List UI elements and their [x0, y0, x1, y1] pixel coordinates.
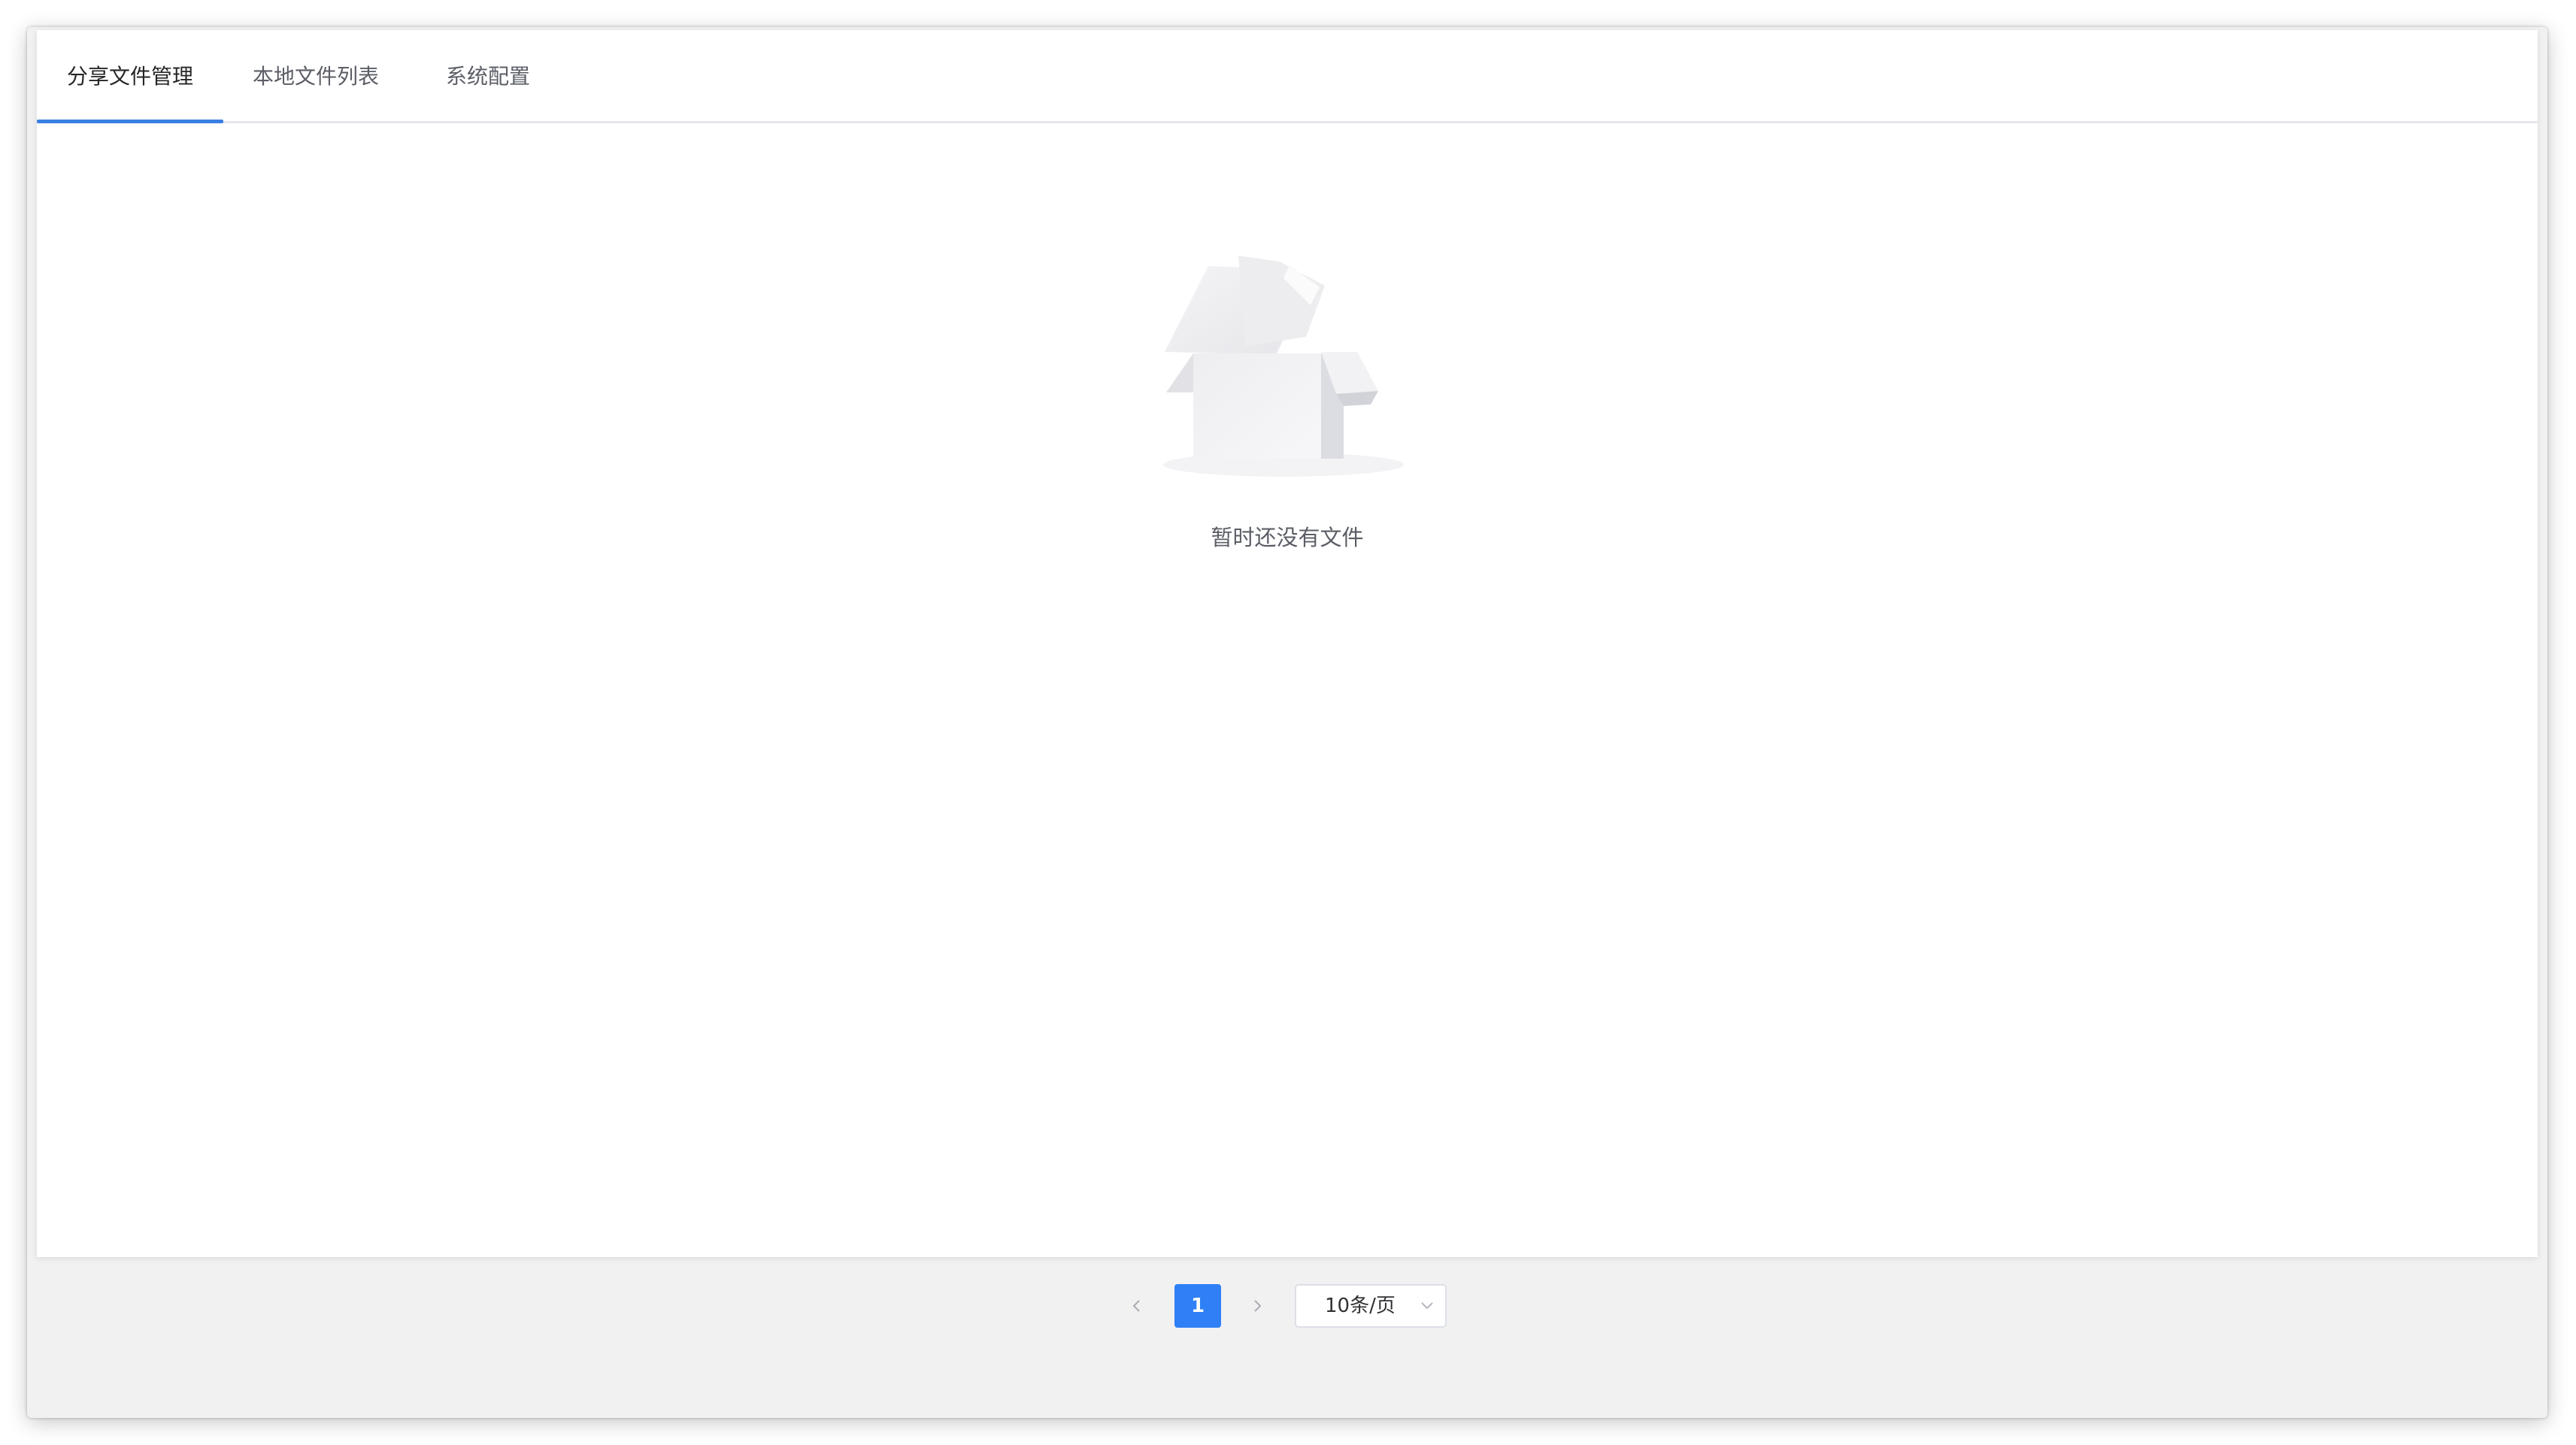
chevron-left-icon [1132, 1300, 1140, 1312]
chevron-down-icon [1421, 1302, 1433, 1310]
active-tab-indicator [37, 120, 223, 123]
empty-message: 暂时还没有文件 [1211, 525, 1364, 550]
file-management-card: 分享文件管理 本地文件列表 系统配置 暂时还没有文件 [37, 30, 2538, 1257]
empty-box-icon [1163, 256, 1404, 477]
tab-local-files[interactable]: 本地文件列表 [223, 30, 408, 123]
next-page-button[interactable] [1235, 1284, 1280, 1328]
page-size-label: 10条/页 [1325, 1295, 1396, 1317]
page-size-select[interactable]: 10条/页 [1295, 1284, 1447, 1328]
pagination: 1 10条/页 [27, 1284, 2547, 1329]
tab-shared-files[interactable]: 分享文件管理 [37, 30, 223, 123]
prev-page-button[interactable] [1114, 1284, 1159, 1328]
chevron-right-icon [1254, 1300, 1262, 1312]
tab-bar: 分享文件管理 本地文件列表 系统配置 [37, 30, 2538, 123]
page-number-current[interactable]: 1 [1174, 1284, 1221, 1328]
app-window: 分享文件管理 本地文件列表 系统配置 暂时还没有文件 1 10条/页 [27, 27, 2547, 1418]
tab-system-config[interactable]: 系统配置 [408, 30, 568, 123]
